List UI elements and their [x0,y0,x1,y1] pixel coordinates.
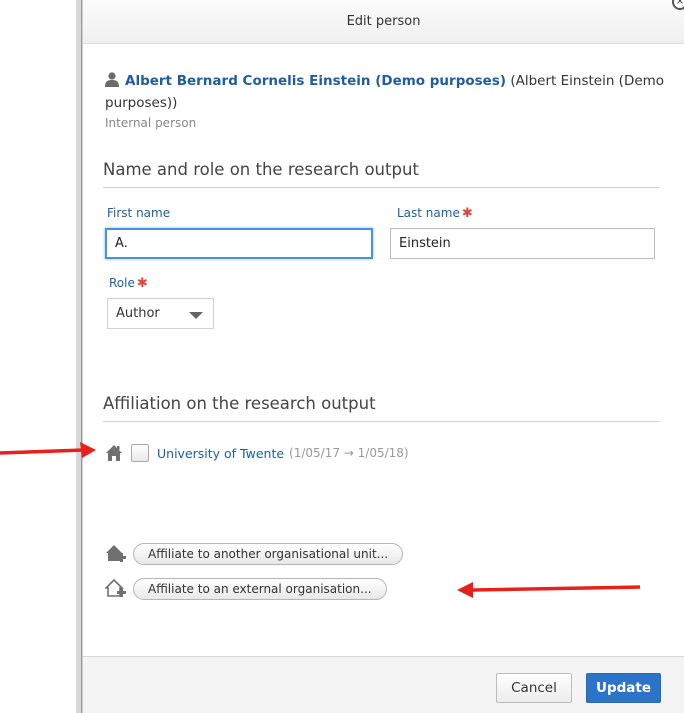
affiliation-dates: (1/05/17 → 1/05/18) [289,446,409,460]
role-select-value: Author [116,306,160,321]
required-marker: ✱ [461,206,473,221]
first-name-label: First name [107,206,171,220]
dialog-footer: Cancel Update [83,656,684,713]
affiliation-detail-area [105,468,459,504]
add-external-house-icon [105,578,126,597]
affiliation-section-title: Affiliation on the research output [103,394,659,422]
house-icon [106,445,122,461]
last-name-label: Last name ✱ [397,206,473,221]
affiliate-internal-row: Affiliate to another organisational unit… [105,543,404,565]
person-icon [105,72,119,87]
dialog-title: Edit person [346,14,421,29]
affiliate-internal-button[interactable]: Affiliate to another organisational unit… [133,543,404,565]
role-label: Role ✱ [109,276,148,291]
annotation-arrow-right [457,582,641,598]
add-house-icon [106,545,126,562]
cancel-button[interactable]: Cancel [496,673,572,703]
person-name-link[interactable]: Albert Bernard Cornelis Einstein (Demo p… [125,73,506,89]
person-summary: Albert Bernard Cornelis Einstein (Demo p… [105,70,665,130]
role-select[interactable]: Author [107,298,214,329]
required-marker: ✱ [136,276,148,291]
name-role-section-title: Name and role on the research output [103,160,659,188]
annotation-arrow-left [0,442,96,458]
affiliate-external-button[interactable]: Affiliate to an external organisation... [133,578,387,600]
affiliation-checkbox[interactable] [131,444,149,462]
update-button[interactable]: Update [586,673,661,703]
chevron-down-icon [189,312,203,319]
person-type: Internal person [105,116,197,130]
affiliation-name-link[interactable]: University of Twente [157,446,284,461]
last-name-field[interactable] [390,228,655,259]
first-name-field[interactable] [105,228,373,259]
dialog-titlebar: Edit person [83,0,684,44]
edit-person-dialog: Edit person × Albert Bernard Cornelis Ei… [82,0,684,713]
affiliation-item: University of Twente (1/05/17 → 1/05/18) [105,444,409,462]
affiliate-external-row: Affiliate to an external organisation... [105,578,387,600]
